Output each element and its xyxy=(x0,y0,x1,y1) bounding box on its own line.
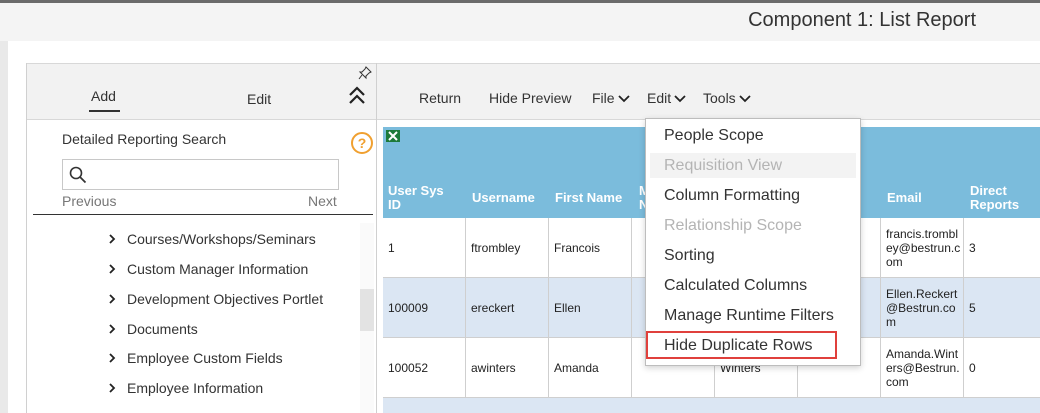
cell-email: francis.trombley@bestrun.com xyxy=(881,218,964,277)
edit-menu[interactable]: Edit xyxy=(647,90,686,106)
page-title: Component 1: List Report xyxy=(748,9,976,31)
tab-edit[interactable]: Edit xyxy=(247,91,271,107)
chevron-right-icon xyxy=(109,353,116,363)
header-user-sys-id[interactable]: User Sys ID xyxy=(388,184,460,212)
divider xyxy=(33,214,373,215)
tree-item-label: Development Objectives Portlet xyxy=(127,291,324,307)
cell-user-sys-id: 100009 xyxy=(383,278,466,337)
cell-user-sys-id: 1 xyxy=(383,218,466,277)
cell-direct-reports: 0 xyxy=(964,338,1040,397)
cell-first-name: Francois xyxy=(549,218,632,277)
menu-item-sorting[interactable]: Sorting xyxy=(664,247,715,265)
chevron-right-icon xyxy=(109,383,116,393)
tree-item-documents[interactable]: Documents xyxy=(107,321,367,341)
file-menu[interactable]: File xyxy=(592,90,630,106)
menu-item-hide-duplicate-rows[interactable]: Hide Duplicate Rows xyxy=(664,337,813,355)
left-panel: Add Edit Detailed Reporting Search ? Pre… xyxy=(26,63,377,413)
cell-username: ftrombley xyxy=(466,218,549,277)
cell-username: ereckert xyxy=(466,278,549,337)
tree-item-employee-information[interactable]: Employee Information xyxy=(107,380,367,400)
chevron-right-icon xyxy=(109,264,116,274)
tree-item-courses[interactable]: Courses/Workshops/Seminars xyxy=(107,231,367,251)
tree-item-label: Employee Custom Fields xyxy=(127,350,283,366)
menu-item-calculated-columns[interactable]: Calculated Columns xyxy=(664,277,807,295)
tree-item-custom-manager[interactable]: Custom Manager Information xyxy=(107,261,367,281)
tools-label: Tools xyxy=(703,90,736,106)
next-link[interactable]: Next xyxy=(308,193,337,209)
cell-username: awinters xyxy=(466,338,549,397)
hide-preview-button[interactable]: Hide Preview xyxy=(489,90,571,106)
left-shade xyxy=(0,41,8,413)
table-row[interactable] xyxy=(383,398,1040,413)
scrollbar-thumb[interactable] xyxy=(360,289,374,331)
cell-email: Amanda.Winters@Bestrun.com xyxy=(881,338,964,397)
search-input[interactable] xyxy=(93,164,337,188)
header-direct-reports[interactable]: Direct Reports xyxy=(970,184,1030,212)
cell-user-sys-id: 100052 xyxy=(383,338,466,397)
tools-menu[interactable]: Tools xyxy=(703,90,751,106)
help-icon[interactable]: ? xyxy=(351,132,373,154)
chevron-down-icon xyxy=(739,95,751,103)
cell-email: Ellen.Reckert@Bestrun.com xyxy=(881,278,964,337)
cell-direct-reports: 3 xyxy=(964,218,1040,277)
search-label: Detailed Reporting Search xyxy=(62,131,227,147)
return-label: Return xyxy=(419,90,462,106)
chevron-right-icon xyxy=(109,294,116,304)
excel-export-icon[interactable] xyxy=(386,130,400,142)
collapse-up-icon[interactable] xyxy=(348,86,366,106)
header-email[interactable]: Email xyxy=(887,191,922,205)
chevron-down-icon xyxy=(674,95,686,103)
tools-dropdown-menu: People Scope Requisition View Column For… xyxy=(645,118,861,366)
menu-item-column-formatting[interactable]: Column Formatting xyxy=(664,187,800,205)
tree-item-label: Courses/Workshops/Seminars xyxy=(127,231,316,247)
menu-item-requisition-view[interactable]: Requisition View xyxy=(664,157,782,175)
title-bar: Component 1: List Report xyxy=(0,3,1040,41)
tree-item-development-objectives[interactable]: Development Objectives Portlet xyxy=(107,291,367,311)
tree-item-employee-custom-fields[interactable]: Employee Custom Fields xyxy=(107,350,367,370)
tree-item-label: Custom Manager Information xyxy=(127,261,309,277)
tree-item-label: Documents xyxy=(127,321,198,337)
search-box xyxy=(62,159,339,190)
header-username[interactable]: Username xyxy=(472,191,535,205)
menu-item-relationship-scope[interactable]: Relationship Scope xyxy=(664,217,802,235)
return-button[interactable]: Return xyxy=(419,90,461,106)
pin-icon[interactable] xyxy=(358,66,372,80)
file-label: File xyxy=(592,90,615,106)
panel-tabs: Add Edit xyxy=(27,63,377,120)
previous-link[interactable]: Previous xyxy=(62,193,116,209)
edit-label: Edit xyxy=(647,90,672,106)
chevron-right-icon xyxy=(109,234,116,244)
chevron-down-icon xyxy=(617,95,630,103)
chevron-right-icon xyxy=(109,324,116,334)
search-icon xyxy=(69,166,87,184)
tab-add[interactable]: Add xyxy=(89,88,120,112)
header-first-name[interactable]: First Name xyxy=(555,191,622,205)
cell-first-name: Amanda xyxy=(549,338,632,397)
cell-first-name: Ellen xyxy=(549,278,632,337)
hide-preview-label: Hide Preview xyxy=(489,90,572,106)
menu-item-people-scope[interactable]: People Scope xyxy=(664,127,764,145)
toolbar: Return Hide Preview File Edit Tools xyxy=(377,63,1040,120)
tree-item-label: Employee Information xyxy=(127,380,264,396)
cell-direct-reports: 5 xyxy=(964,278,1040,337)
menu-item-manage-runtime-filters[interactable]: Manage Runtime Filters xyxy=(664,307,834,325)
